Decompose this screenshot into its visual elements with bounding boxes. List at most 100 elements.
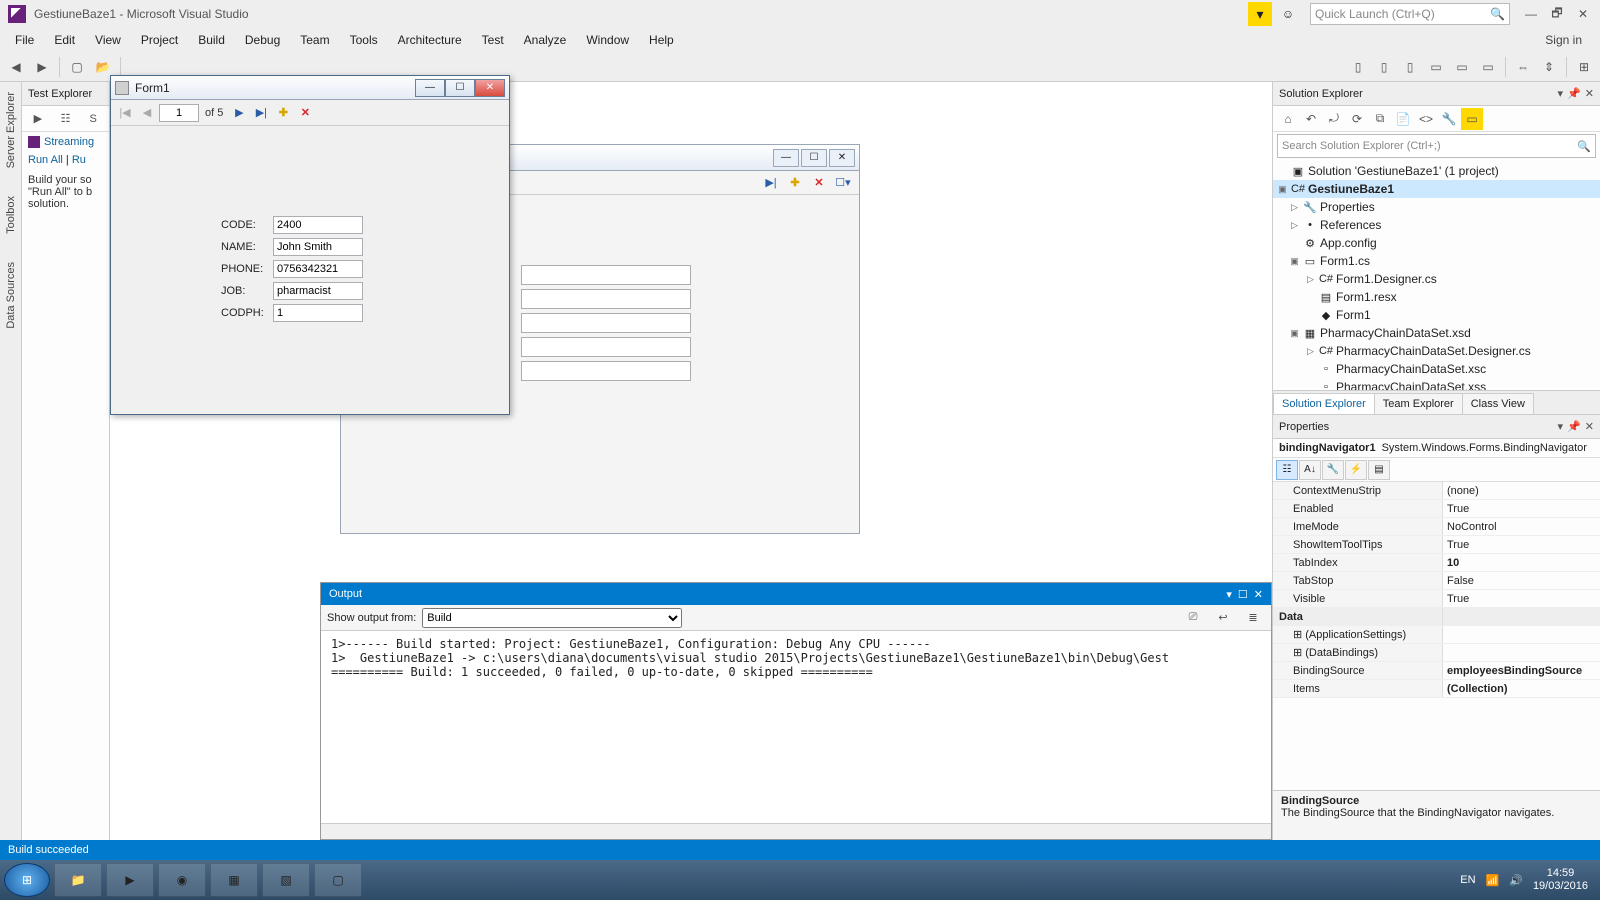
vspace-equal-icon[interactable]: ⇕: [1537, 55, 1561, 79]
solution-node[interactable]: ▷C#Form1.Designer.cs: [1273, 270, 1600, 288]
menu-build[interactable]: Build: [189, 30, 234, 50]
menu-window[interactable]: Window: [577, 30, 638, 50]
align-tops-icon[interactable]: ▭: [1424, 55, 1448, 79]
prop-alpha-icon[interactable]: A↓: [1299, 460, 1321, 480]
se-options-icon[interactable]: ▾: [1558, 87, 1564, 100]
designer-textbox[interactable]: [521, 337, 691, 357]
output-wrap-icon[interactable]: ↩: [1211, 606, 1235, 630]
prop-options-icon[interactable]: ▾: [1558, 420, 1564, 433]
menu-test[interactable]: Test: [473, 30, 513, 50]
nav-prev-button[interactable]: ◀: [137, 103, 157, 123]
properties-grid[interactable]: ContextMenuStrip(none)EnabledTrueImeMode…: [1273, 482, 1600, 790]
output-close-icon[interactable]: ✕: [1254, 588, 1263, 601]
name-input[interactable]: [273, 238, 363, 256]
data-sources-tab[interactable]: Data Sources: [5, 258, 17, 333]
prop-pages-icon[interactable]: ▤: [1368, 460, 1390, 480]
solution-node[interactable]: ▷🔧Properties: [1273, 198, 1600, 216]
close-button[interactable]: ✕: [1570, 3, 1596, 25]
server-explorer-tab[interactable]: Server Explorer: [5, 88, 17, 172]
solution-node[interactable]: ▣C#GestiuneBaze1: [1273, 180, 1600, 198]
align-bottoms-icon[interactable]: ▭: [1476, 55, 1500, 79]
align-lefts-icon[interactable]: ▯: [1346, 55, 1370, 79]
run-link[interactable]: Ru: [72, 154, 86, 166]
taskbar-chrome-icon[interactable]: ◉: [158, 863, 206, 897]
output-text[interactable]: 1>------ Build started: Project: Gestiun…: [321, 631, 1271, 823]
tab-order-icon[interactable]: ⊞: [1572, 55, 1596, 79]
form1-maximize-button[interactable]: ☐: [445, 79, 475, 97]
solution-node[interactable]: ◆Form1: [1273, 306, 1600, 324]
se-properties-icon[interactable]: 🔧: [1438, 108, 1460, 130]
sign-in-link[interactable]: Sign in: [1545, 33, 1594, 47]
menu-analyze[interactable]: Analyze: [515, 30, 576, 50]
align-middles-icon[interactable]: ▭: [1450, 55, 1474, 79]
taskbar-explorer-icon[interactable]: 📁: [54, 863, 102, 897]
solution-node[interactable]: ▫PharmacyChainDataSet.xsc: [1273, 360, 1600, 378]
designer-textbox[interactable]: [521, 289, 691, 309]
designer-nav-last-icon[interactable]: ▶|: [761, 173, 781, 193]
tray-lang[interactable]: EN: [1460, 874, 1475, 886]
solution-node[interactable]: ▤Form1.resx: [1273, 288, 1600, 306]
solution-node[interactable]: ▣▦PharmacyChainDataSet.xsd: [1273, 324, 1600, 342]
search-tests-icon[interactable]: S: [81, 107, 105, 131]
solution-node[interactable]: ▫PharmacyChainDataSet.xss: [1273, 378, 1600, 390]
se-back-icon[interactable]: ↶: [1300, 108, 1322, 130]
nav-next-button[interactable]: ▶: [229, 103, 249, 123]
se-showall-icon[interactable]: 📄: [1392, 108, 1414, 130]
tray-clock[interactable]: 14:5919/03/2016: [1533, 867, 1588, 893]
nav-last-button[interactable]: ▶|: [251, 103, 271, 123]
menu-edit[interactable]: Edit: [45, 30, 84, 50]
solution-node[interactable]: ▷•References: [1273, 216, 1600, 234]
menu-team[interactable]: Team: [291, 30, 338, 50]
designer-nav-add-icon[interactable]: ✚: [785, 173, 805, 193]
prop-events-icon[interactable]: ⚡: [1345, 460, 1367, 480]
se-preview-icon[interactable]: ▭: [1461, 108, 1483, 130]
tab-class-view[interactable]: Class View: [1462, 393, 1534, 414]
property-row[interactable]: TabIndex10: [1273, 554, 1600, 572]
property-row[interactable]: Data: [1273, 608, 1600, 626]
align-centers-icon[interactable]: ▯: [1372, 55, 1396, 79]
menu-help[interactable]: Help: [640, 30, 683, 50]
start-button[interactable]: ⊞: [4, 863, 50, 897]
solution-node[interactable]: ⚙App.config: [1273, 234, 1600, 252]
se-refresh-icon[interactable]: ⟳: [1346, 108, 1368, 130]
menu-view[interactable]: View: [86, 30, 130, 50]
property-row[interactable]: ContextMenuStrip(none): [1273, 482, 1600, 500]
nav-first-button[interactable]: |◀: [115, 103, 135, 123]
designer-textbox[interactable]: [521, 265, 691, 285]
form1-minimize-button[interactable]: —: [415, 79, 445, 97]
quick-launch-input[interactable]: Quick Launch (Ctrl+Q) 🔍: [1310, 3, 1510, 25]
codph-input[interactable]: [273, 304, 363, 322]
menu-file[interactable]: File: [6, 30, 43, 50]
toolbox-tab[interactable]: Toolbox: [5, 192, 17, 238]
form1-titlebar[interactable]: Form1 — ☐ ✕: [111, 76, 509, 100]
taskbar-app1-icon[interactable]: ▦: [210, 863, 258, 897]
prop-props-icon[interactable]: 🔧: [1322, 460, 1344, 480]
se-collapse-icon[interactable]: ⧉: [1369, 108, 1391, 130]
prop-close-icon[interactable]: ✕: [1585, 420, 1594, 433]
property-row[interactable]: ⊞ (ApplicationSettings): [1273, 626, 1600, 644]
property-row[interactable]: Items(Collection): [1273, 680, 1600, 698]
run-tests-icon[interactable]: ▶: [26, 107, 50, 131]
designer-textbox[interactable]: [521, 361, 691, 381]
tray-volume-icon[interactable]: 🔊: [1509, 874, 1523, 887]
tab-solution-explorer[interactable]: Solution Explorer: [1273, 393, 1375, 414]
taskbar-visualstudio-icon[interactable]: ▧: [262, 863, 310, 897]
nav-add-button[interactable]: ✚: [273, 103, 293, 123]
code-input[interactable]: [273, 216, 363, 234]
solution-tree[interactable]: ▣Solution 'GestiuneBaze1' (1 project)▣C#…: [1273, 160, 1600, 390]
hspace-equal-icon[interactable]: ⇔: [1511, 55, 1535, 79]
designer-nav-save-icon[interactable]: ☐▾: [833, 173, 853, 193]
se-pin-icon[interactable]: 📌: [1567, 87, 1581, 100]
designer-nav-delete-icon[interactable]: ✕: [809, 173, 829, 193]
tab-team-explorer[interactable]: Team Explorer: [1374, 393, 1463, 414]
property-row[interactable]: EnabledTrue: [1273, 500, 1600, 518]
property-row[interactable]: VisibleTrue: [1273, 590, 1600, 608]
nav-fwd-icon[interactable]: ▶: [30, 55, 54, 79]
solution-node[interactable]: ▣Solution 'GestiuneBaze1' (1 project): [1273, 162, 1600, 180]
run-all-link[interactable]: Run All: [28, 154, 63, 166]
streaming-video-link[interactable]: Streaming: [22, 132, 109, 152]
property-row[interactable]: ⊞ (DataBindings): [1273, 644, 1600, 662]
menu-tools[interactable]: Tools: [341, 30, 387, 50]
solution-explorer-search[interactable]: Search Solution Explorer (Ctrl+;) 🔍: [1277, 134, 1596, 158]
output-pin-icon[interactable]: ☐: [1238, 588, 1248, 601]
